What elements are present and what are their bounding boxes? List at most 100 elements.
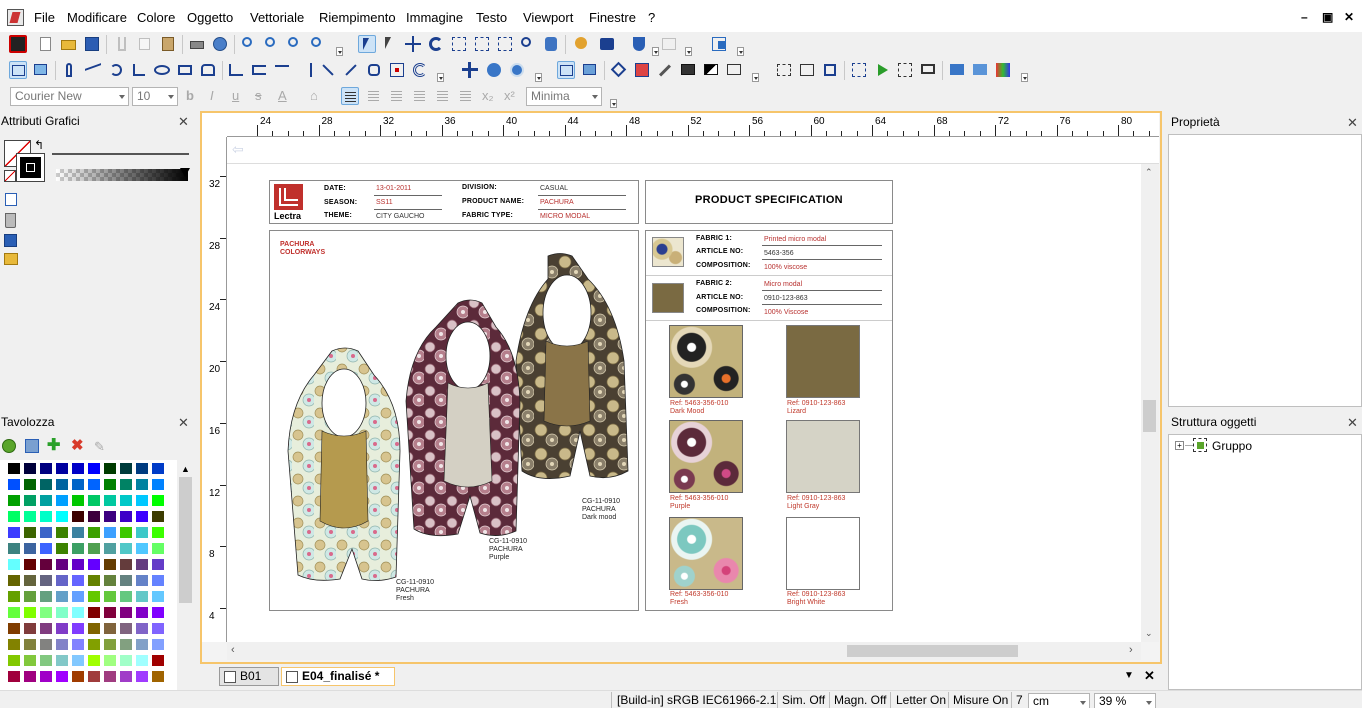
palette-color-swatch[interactable]	[119, 542, 133, 555]
palette-color-swatch[interactable]	[55, 590, 69, 603]
palette-color-swatch[interactable]	[103, 462, 117, 475]
cut-icon[interactable]	[113, 35, 131, 53]
palette-color-swatch[interactable]	[39, 574, 53, 587]
font-family-select[interactable]: Courier New	[10, 87, 129, 106]
palette-color-swatch[interactable]	[151, 654, 165, 667]
subscript-button[interactable]: x₂	[482, 88, 494, 104]
palette-color-swatch[interactable]	[23, 542, 37, 555]
palette-color-swatch[interactable]	[71, 574, 85, 587]
underline-button[interactable]: u	[232, 88, 239, 104]
palette-color-swatch[interactable]	[71, 462, 85, 475]
frame-select-icon[interactable]	[557, 61, 575, 79]
palette-color-swatch[interactable]	[135, 606, 149, 619]
scroll-right-icon[interactable]: ›	[1129, 644, 1133, 656]
tab-b01[interactable]: B01	[219, 667, 279, 686]
canvas-horizontal-scrollbar[interactable]: ‹ ›	[227, 642, 1141, 660]
palette-scrollbar[interactable]: ▲ ▼	[177, 460, 194, 708]
palette-color-swatch[interactable]	[7, 542, 21, 555]
palette-color-swatch[interactable]	[135, 558, 149, 571]
menu-window[interactable]: Finestre	[589, 10, 636, 26]
no-color-icon[interactable]	[4, 170, 16, 182]
palette-color-swatch[interactable]	[39, 654, 53, 667]
palette-color-swatch[interactable]	[103, 510, 117, 523]
palette-color-swatch[interactable]	[55, 574, 69, 587]
zoom-fit-icon[interactable]	[263, 35, 281, 53]
palette-color-swatch[interactable]	[87, 606, 101, 619]
polygon-icon[interactable]	[199, 61, 217, 79]
distort-icon[interactable]	[496, 35, 514, 53]
palette-color-swatch[interactable]	[39, 606, 53, 619]
lectra-icon[interactable]	[9, 35, 27, 53]
zoom-select[interactable]: 39 %	[1094, 693, 1156, 708]
screen-icon[interactable]	[948, 61, 966, 79]
palette-color-swatch[interactable]	[103, 542, 117, 555]
palette-color-swatch[interactable]	[119, 510, 133, 523]
node-edit-icon[interactable]	[227, 61, 245, 79]
close-button[interactable]: ✕	[1344, 10, 1354, 24]
text-color-button[interactable]: A	[278, 88, 287, 104]
horizontal-scroll-thumb[interactable]	[847, 645, 1018, 657]
palette-color-swatch[interactable]	[103, 558, 117, 571]
image-frame-icon[interactable]	[32, 61, 50, 79]
palette-color-swatch[interactable]	[7, 526, 21, 539]
color-manage-icon[interactable]	[994, 61, 1012, 79]
magnify-icon[interactable]	[519, 35, 537, 53]
drawing-canvas[interactable]: Lectra DATE: 13-01-2011 SEASON: SS11 THE…	[227, 164, 1141, 642]
palette-color-swatch[interactable]	[23, 462, 37, 475]
crop-icon[interactable]	[821, 61, 839, 79]
palette-color-swatch[interactable]	[135, 622, 149, 635]
toolbar-overflow[interactable]	[737, 47, 744, 56]
palette-color-swatch[interactable]	[87, 462, 101, 475]
ellipse-icon[interactable]	[153, 61, 171, 79]
break-icon[interactable]	[319, 61, 337, 79]
align-center-icon[interactable]	[365, 87, 383, 105]
close-document-icon[interactable]: ✕	[1144, 668, 1155, 684]
zoom-out-icon[interactable]	[286, 35, 304, 53]
palette-color-swatch[interactable]	[71, 590, 85, 603]
monitor-icon[interactable]	[919, 61, 937, 79]
palette-color-swatch[interactable]	[7, 574, 21, 587]
opacity-slider-handle[interactable]	[180, 168, 190, 177]
palette-color-swatch[interactable]	[87, 494, 101, 507]
arc-icon[interactable]	[130, 61, 148, 79]
palette-color-swatch[interactable]	[119, 478, 133, 491]
palette-color-swatch[interactable]	[103, 606, 117, 619]
palette-color-swatch[interactable]	[23, 606, 37, 619]
group-icon[interactable]	[775, 61, 793, 79]
align-left-icon[interactable]	[341, 87, 359, 105]
palette-color-swatch[interactable]	[23, 510, 37, 523]
palette-color-swatch[interactable]	[23, 654, 37, 667]
palette-close-icon[interactable]: ✕	[178, 416, 189, 430]
toolbar-overflow[interactable]	[535, 73, 542, 82]
palette-color-swatch[interactable]	[87, 510, 101, 523]
restore-button[interactable]: ▣	[1322, 10, 1333, 24]
rectangle-icon[interactable]	[176, 61, 194, 79]
sphere-icon[interactable]	[485, 61, 503, 79]
palette-color-swatch[interactable]	[103, 526, 117, 539]
move-icon[interactable]	[404, 35, 422, 53]
rectangle-select-icon[interactable]	[9, 61, 27, 79]
palette-color-swatch[interactable]	[55, 654, 69, 667]
menu-color[interactable]: Colore	[137, 10, 175, 26]
palette-color-swatch[interactable]	[23, 590, 37, 603]
scale-icon[interactable]	[450, 35, 468, 53]
palette-color-swatch[interactable]	[103, 638, 117, 651]
palette-color-swatch[interactable]	[135, 654, 149, 667]
palette-color-swatch[interactable]	[39, 510, 53, 523]
palette-color-swatch[interactable]	[87, 590, 101, 603]
palette-color-swatch[interactable]	[87, 574, 101, 587]
palette-save-icon[interactable]	[25, 439, 39, 453]
paste-icon[interactable]	[159, 35, 177, 53]
photo-icon[interactable]	[581, 61, 599, 79]
palette-scroll-thumb[interactable]	[179, 477, 192, 603]
move-3d-icon[interactable]	[461, 61, 479, 79]
palette-color-swatch[interactable]	[103, 590, 117, 603]
palette-color-swatch[interactable]	[87, 478, 101, 491]
palette-color-swatch[interactable]	[39, 590, 53, 603]
layout-icon[interactable]	[710, 35, 728, 53]
palette-color-swatch[interactable]	[39, 494, 53, 507]
palette-color-swatch[interactable]	[151, 478, 165, 491]
palette-color-swatch[interactable]	[135, 494, 149, 507]
zoom-in-icon[interactable]	[240, 35, 258, 53]
magnet-status[interactable]: Magn. Off	[834, 692, 886, 708]
